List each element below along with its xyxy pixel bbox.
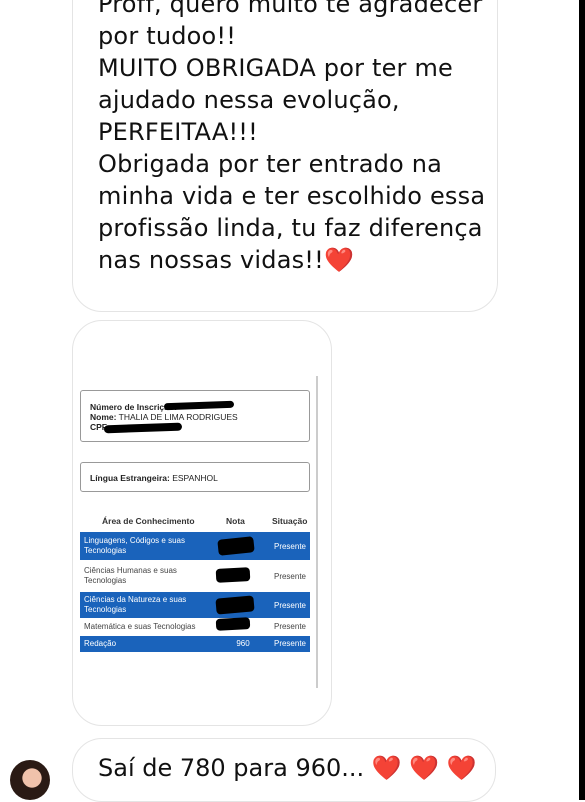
message-text: Proff, quero muito te agradecer por tudo… bbox=[98, 0, 498, 276]
message-line: nas nossas vidas!!❤️ bbox=[98, 244, 498, 276]
table-row: Ciências da Natureza e suas Tecnologias P… bbox=[80, 592, 310, 618]
header-situacao: Situação bbox=[272, 516, 308, 526]
message-line: por tudoo!! bbox=[98, 22, 237, 50]
table-row: Linguagens, Códigos e suas Tecnologias Pr… bbox=[80, 532, 310, 560]
redacao-score: 960 bbox=[236, 639, 250, 648]
table-row: Redação 960 Presente bbox=[80, 636, 310, 652]
header-area: Área de Conhecimento bbox=[102, 516, 195, 526]
nome-label: Nome: bbox=[90, 412, 117, 422]
message-line-text: nas nossas vidas!! bbox=[98, 246, 324, 274]
message-line: Proff, quero muito te agradecer bbox=[98, 0, 483, 18]
message-line: PERFEITAA!!! bbox=[98, 118, 258, 146]
heart-icon: ❤️ bbox=[323, 246, 355, 274]
redaction-mark bbox=[215, 595, 255, 615]
message-line: ajudado nessa evolução, bbox=[98, 86, 400, 114]
redaction-mark bbox=[215, 567, 251, 583]
table-row: Matemática e suas Tecnologias Presente bbox=[84, 622, 307, 631]
table-row: Ciências Humanas e suas Tecnologias Prese… bbox=[84, 566, 307, 585]
message-line: MUITO OBRIGADA por ter me bbox=[98, 54, 453, 82]
lingua-label: Língua Estrangeira: bbox=[90, 473, 170, 483]
message-line-text: Saí de 780 para 960... bbox=[98, 754, 365, 782]
message-line: profissão linda, tu faz diferença bbox=[98, 214, 483, 242]
screen-edge bbox=[579, 0, 585, 800]
candidate-info-box: Número de Inscrição: Nome: THALIA DE LIM… bbox=[80, 390, 310, 442]
message-line: minha vida e ter escolhido essa bbox=[98, 182, 486, 210]
redaction-mark bbox=[215, 617, 251, 631]
header-nota: Nota bbox=[226, 516, 245, 526]
nome-value: THALIA DE LIMA RODRIGUES bbox=[118, 412, 238, 422]
message-text: Saí de 780 para 960... ❤️ ❤️ ❤️ bbox=[98, 754, 477, 782]
heart-icon: ❤️ ❤️ ❤️ bbox=[371, 754, 477, 782]
avatar[interactable] bbox=[10, 760, 50, 800]
language-box: Língua Estrangeira: ESPANHOL bbox=[80, 462, 310, 492]
lingua-value: ESPANHOL bbox=[172, 473, 218, 483]
document-edge bbox=[316, 376, 318, 688]
message-line: Obrigada por ter entrado na bbox=[98, 150, 443, 178]
